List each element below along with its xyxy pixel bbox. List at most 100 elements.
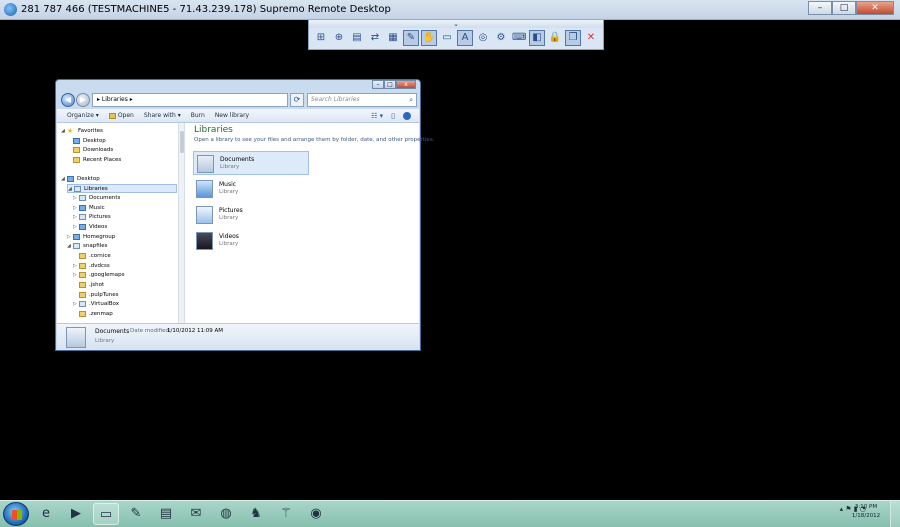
pointer-icon[interactable]: ✋: [421, 30, 437, 46]
library-item-music[interactable]: Music Library: [193, 177, 309, 201]
draw-icon[interactable]: ✎: [403, 30, 419, 46]
forward-button[interactable]: ▶: [76, 93, 90, 107]
balloon-icon[interactable]: ◎: [475, 30, 491, 46]
tree-item-desktop-fav[interactable]: Desktop: [73, 137, 106, 146]
organize-button[interactable]: Organize ▾: [67, 112, 99, 119]
back-button[interactable]: ◀: [61, 93, 75, 107]
minimize-button[interactable]: –: [808, 1, 832, 15]
search-placeholder: Search Libraries: [311, 96, 360, 103]
share-with-button[interactable]: Share with ▾: [144, 112, 181, 119]
page-description: Open a library to see your files and arr…: [194, 137, 435, 143]
start-button[interactable]: [3, 502, 29, 526]
tree-item-desktop[interactable]: ◢ Desktop: [61, 175, 100, 184]
tree-item-documents[interactable]: ▷ Documents: [73, 194, 120, 203]
clipboard-icon[interactable]: ▤: [349, 30, 365, 46]
browser-icon[interactable]: ◉: [303, 503, 329, 525]
details-modified-label: Date modified:: [130, 328, 171, 334]
file-transfer-icon[interactable]: ⇄: [367, 30, 383, 46]
videos-icon: [79, 223, 86, 230]
folder-icon: [79, 252, 86, 259]
change-view-icon[interactable]: ☷ ▾: [371, 112, 383, 120]
explorer-close-button[interactable]: x: [396, 80, 416, 89]
ftp-icon[interactable]: ⚚: [273, 503, 299, 525]
explorer-folder-icon[interactable]: ▭: [93, 503, 119, 525]
tree-item-pictures[interactable]: ▷ Pictures: [73, 213, 111, 222]
tree-label: Homegroup: [83, 234, 116, 240]
help-icon[interactable]: ?: [403, 112, 411, 120]
folder-icon: [79, 291, 86, 298]
tree-item-downloads[interactable]: Downloads: [73, 146, 113, 155]
tree-item-recent-places[interactable]: Recent Places: [73, 156, 121, 165]
tree-label: .pulpTunes: [89, 292, 119, 298]
clock[interactable]: 3:10 PM 1/18/2012: [846, 503, 886, 521]
chat-icon[interactable]: ▦: [385, 30, 401, 46]
notes-icon[interactable]: ✎: [123, 503, 149, 525]
close-button[interactable]: ✕: [856, 1, 894, 15]
mail-icon[interactable]: ✉: [183, 503, 209, 525]
ie-icon[interactable]: e: [33, 503, 59, 525]
folder-icon: [79, 281, 86, 288]
explorer-minimize-button[interactable]: –: [372, 80, 384, 89]
nav-scrollbar[interactable]: [178, 123, 184, 323]
open-button[interactable]: Open: [108, 112, 134, 119]
library-type: Library: [219, 215, 239, 221]
show-desktop-button[interactable]: [890, 501, 900, 527]
media-player-icon[interactable]: ▶: [63, 503, 89, 525]
network-icon[interactable]: ▤: [153, 503, 179, 525]
tree-label: Libraries: [84, 186, 108, 192]
details-modified-value: 1/10/2012 11:09 AM: [167, 328, 224, 334]
eraser-icon[interactable]: ◧: [529, 30, 545, 46]
address-bar[interactable]: ▸ Libraries ▸: [92, 93, 288, 107]
app-icon[interactable]: ♞: [243, 503, 269, 525]
actual-size-icon[interactable]: ⊕: [331, 30, 347, 46]
tree-label: .googlemaps: [89, 272, 125, 278]
window-icon[interactable]: ❐: [565, 30, 581, 46]
keyboard-icon[interactable]: ⌨: [511, 30, 527, 46]
close-icon[interactable]: ✕: [583, 30, 599, 46]
library-item-documents[interactable]: Documents Library: [193, 151, 309, 175]
settings-icon[interactable]: ⚙: [493, 30, 509, 46]
tree-item-snapfiles[interactable]: ◢ snapfiles: [67, 242, 107, 251]
tree-item-pulptunes[interactable]: .pulpTunes: [73, 291, 119, 300]
clock-time: 3:10 PM: [854, 504, 878, 510]
library-item-pictures[interactable]: Pictures Library: [193, 203, 309, 227]
preview-pane-icon[interactable]: ▯: [391, 112, 395, 120]
tree-label: Videos: [89, 224, 108, 230]
windows-logo-icon: [12, 510, 22, 520]
lock-icon[interactable]: 🔒: [547, 30, 563, 46]
open-folder-icon: [108, 112, 116, 119]
scrollbar-thumb[interactable]: [180, 131, 184, 153]
search-input[interactable]: Search Libraries ⌕: [307, 93, 417, 107]
burn-button[interactable]: Burn: [191, 112, 205, 119]
explorer-title-bar[interactable]: – □ x: [56, 80, 420, 90]
folder-icon: [79, 262, 86, 269]
toolbar-collapse-handle[interactable]: ⌄: [309, 20, 603, 28]
new-library-button[interactable]: New library: [215, 112, 249, 119]
tree-item-googlemaps[interactable]: ▷ .googlemaps: [73, 271, 124, 280]
refresh-icon[interactable]: ⟳: [290, 93, 304, 107]
globe-icon[interactable]: ◍: [213, 503, 239, 525]
fit-screen-icon[interactable]: ⊞: [313, 30, 329, 46]
music-library-icon: [196, 180, 213, 198]
tree-item-dvdcss[interactable]: ▷ .dvdcss: [73, 262, 110, 271]
tree-item-cornice[interactable]: .cornice: [73, 252, 111, 261]
recent-places-icon: [73, 156, 80, 163]
tree-item-libraries[interactable]: ◢ Libraries: [67, 184, 177, 193]
tree-item-zenmap[interactable]: .zenmap: [73, 310, 113, 319]
tree-item-videos[interactable]: ▷ Videos: [73, 223, 107, 232]
explorer-maximize-button[interactable]: □: [384, 80, 396, 89]
library-item-videos[interactable]: Videos Library: [193, 229, 309, 253]
tree-item-favorites[interactable]: ◢ ★ Favorites: [61, 127, 103, 136]
tree-item-music[interactable]: ▷ Music: [73, 204, 105, 213]
tree-item-homegroup[interactable]: ▷ Homegroup: [67, 233, 115, 242]
explorer-body: ◢ ★ Favorites Desktop Downloads Recent Pla…: [57, 123, 434, 323]
tree-item-jshot[interactable]: .jshot: [73, 281, 104, 290]
monitor-icon[interactable]: ▭: [439, 30, 455, 46]
tree-item-virtualbox[interactable]: ▷ .VirtualBox: [73, 300, 119, 309]
tree-label: .VirtualBox: [89, 301, 119, 307]
navigation-pane: ◢ ★ Favorites Desktop Downloads Recent Pla…: [57, 123, 185, 323]
documents-library-icon: [66, 327, 86, 348]
maximize-button[interactable]: □: [832, 1, 856, 15]
text-icon[interactable]: A: [457, 30, 473, 46]
clock-date: 1/18/2012: [851, 513, 881, 519]
